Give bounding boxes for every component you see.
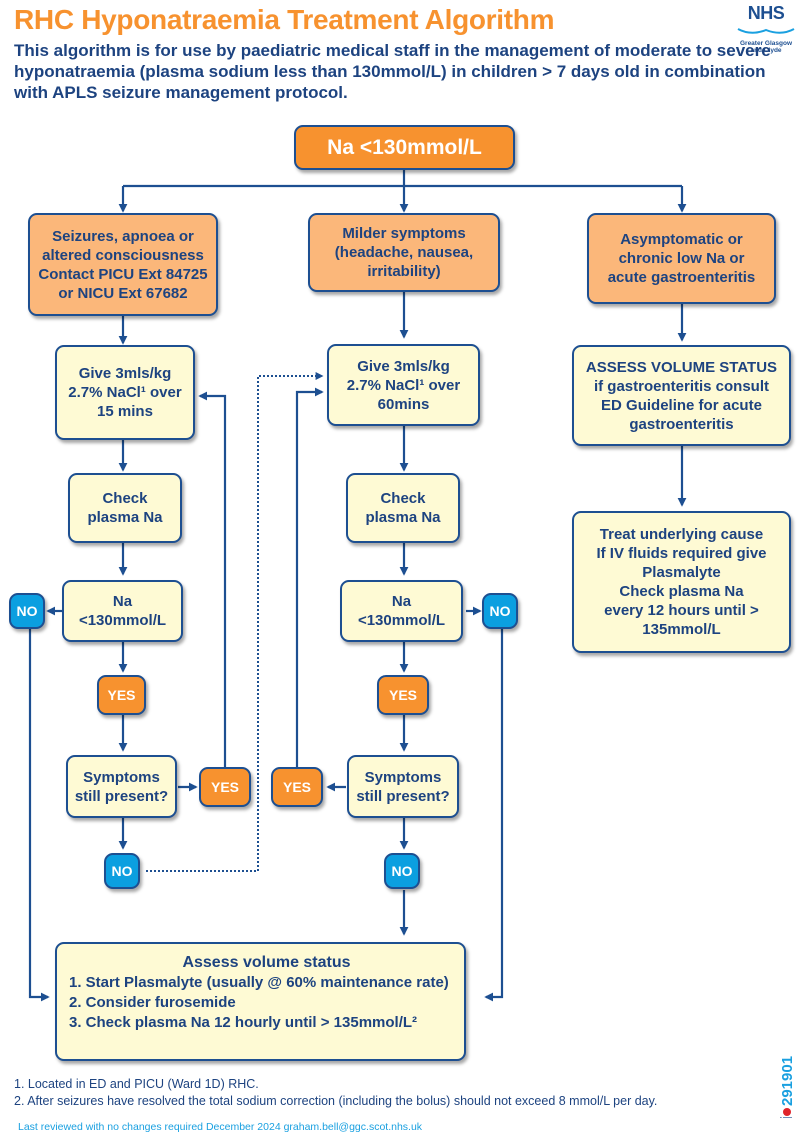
footnote: 2. After seizures have resolved the tota… — [14, 1094, 658, 1108]
final-item: 1. Start Plasmalyte (usually @ 60% maint… — [69, 974, 449, 991]
final-item: 3. Check plasma Na 12 hourly until > 135… — [69, 1014, 418, 1031]
final-heading: Assess volume status — [182, 954, 351, 971]
footnote: 1. Located in ED and PICU (Ward 1D) RHC. — [14, 1077, 259, 1091]
left-no-badge-2: NO — [104, 853, 140, 889]
reference-number: 291901 — [779, 1056, 796, 1106]
reference-dot-icon — [783, 1108, 791, 1116]
final-item: 2. Consider furosemide — [69, 994, 236, 1011]
connector-left-no-final — [28, 628, 50, 1002]
middle-na-decision-box: Na <130mmol/L — [340, 580, 463, 642]
left-no-badge-1: NO — [9, 593, 45, 629]
treat-underlying-cause-box: Treat underlying cause If IV fluids requ… — [572, 511, 791, 653]
middle-symptoms-box: Symptoms still present? — [347, 755, 459, 818]
middle-give-nacl-box: Give 3mls/kg 2.7% NaCl¹ over 60mins — [327, 344, 480, 426]
left-na-decision-box: Na <130mmol/L — [62, 580, 183, 642]
reference-prefix: mi — [777, 1116, 796, 1118]
left-give-nacl-box: Give 3mls/kg 2.7% NaCl¹ over 15 mins — [55, 345, 195, 440]
middle-check-na-box: Check plasma Na — [346, 473, 460, 543]
reference-code: 291901 mi — [777, 1056, 796, 1118]
middle-yes-badge-1: YES — [377, 675, 429, 715]
start-box: Na <130mmol/L — [294, 125, 515, 170]
middle-no-badge-1: NO — [482, 593, 518, 629]
severe-symptoms-box: Seizures, apnoea or altered consciousnes… — [28, 213, 218, 316]
milder-symptoms-box: Milder symptoms (headache, nausea, irrit… — [308, 213, 500, 292]
review-note: Last reviewed with no changes required D… — [18, 1121, 423, 1133]
footnotes: 1. Located in ED and PICU (Ward 1D) RHC.… — [14, 1076, 657, 1110]
left-check-na-box: Check plasma Na — [68, 473, 182, 543]
connector-left-yes-loop — [198, 391, 227, 768]
left-yes-badge-2: YES — [199, 767, 251, 807]
asymptomatic-box: Asymptomatic or chronic low Na or acute … — [587, 213, 776, 304]
final-assess-volume-box: Assess volume status 1. Start Plasmalyte… — [55, 942, 466, 1061]
left-symptoms-box: Symptoms still present? — [66, 755, 177, 818]
connector-mid-no-right-final — [484, 628, 504, 1002]
middle-yes-badge-2: YES — [271, 767, 323, 807]
connector-mid-yes-loop — [295, 387, 324, 768]
assess-volume-status-box: ASSESS VOLUME STATUS if gastroenteritis … — [572, 345, 791, 446]
left-yes-badge-1: YES — [97, 675, 146, 715]
middle-no-badge-2: NO — [384, 853, 420, 889]
